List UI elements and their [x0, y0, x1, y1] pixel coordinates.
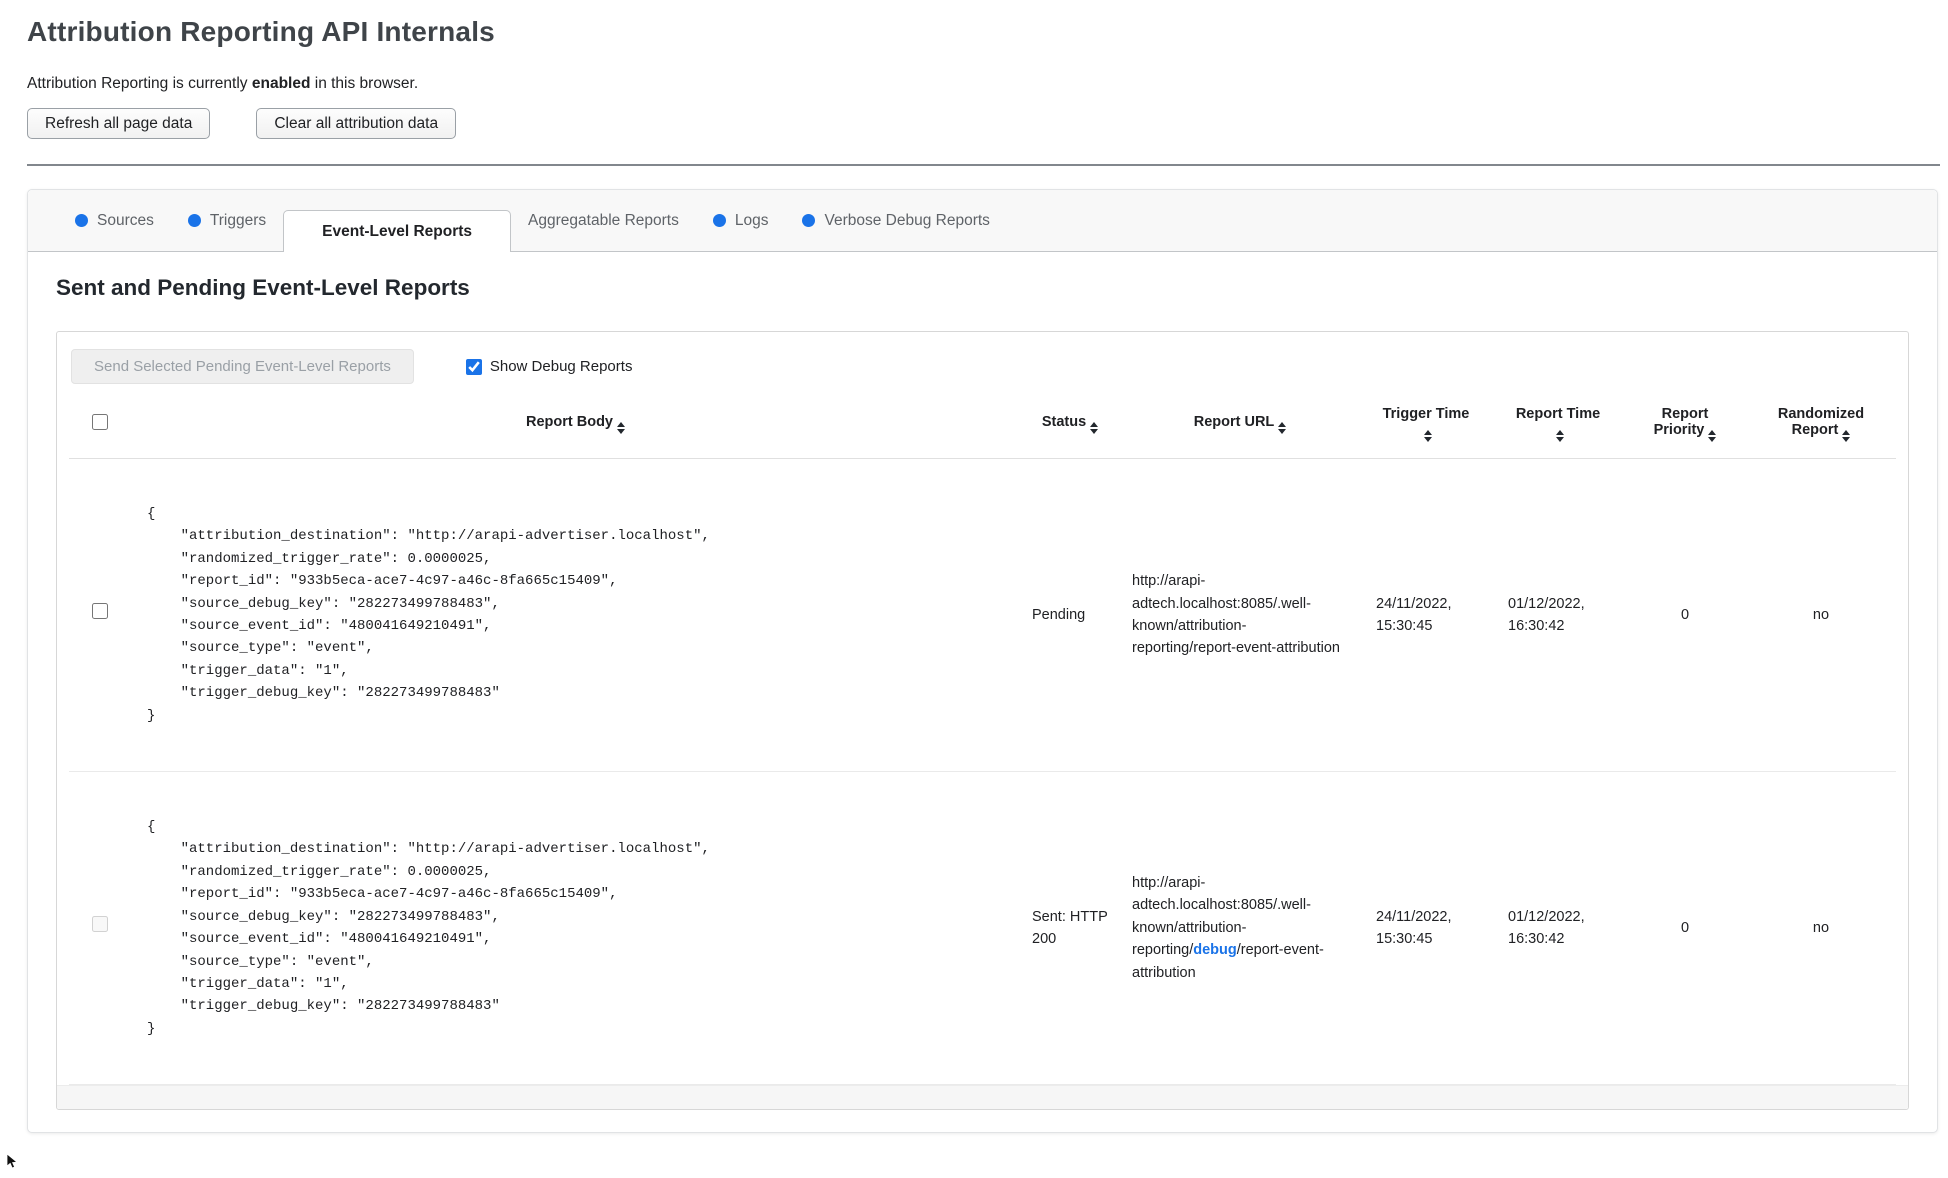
divider [27, 164, 1940, 166]
status-cell: Sent: HTTP 200 [1020, 771, 1120, 1086]
column-label: Report Time [1515, 406, 1601, 422]
debug-path-link[interactable]: debug [1193, 942, 1237, 958]
tab-label: Sources [97, 211, 154, 229]
table-header-row: Report Body Status Report URL Trigger Ti… [69, 396, 1896, 459]
column-header-report-body[interactable]: Report Body [131, 396, 1020, 459]
report-body-json: { "attribution_destination": "http://ara… [147, 819, 710, 1037]
trigger-time-cell: 24/11/2022, 15:30:45 [1360, 771, 1492, 1086]
column-label: Randomized Report [1777, 406, 1865, 438]
report-body-cell: { "attribution_destination": "http://ara… [131, 458, 1020, 773]
column-label: Report URL [1193, 414, 1275, 430]
send-selected-pending-reports-button[interactable]: Send Selected Pending Event-Level Report… [71, 349, 414, 384]
sort-icon [1842, 430, 1851, 442]
randomized-report-cell: no [1746, 458, 1896, 773]
mouse-cursor-icon [6, 1153, 19, 1169]
tab-logs[interactable]: Logs [712, 190, 769, 251]
report-body-json: { "attribution_destination": "http://ara… [147, 506, 710, 724]
show-debug-reports-checkbox[interactable] [465, 358, 482, 375]
section-heading: Sent and Pending Event-Level Reports [56, 275, 470, 300]
reports-table-card: Send Selected Pending Event-Level Report… [56, 331, 1909, 1111]
report-priority-cell: 0 [1624, 458, 1746, 773]
column-header-report-priority[interactable]: Report Priority [1624, 396, 1746, 459]
trigger-time-cell: 24/11/2022, 15:30:45 [1360, 458, 1492, 773]
column-label: Report Priority [1653, 406, 1709, 438]
row-select-checkbox[interactable] [92, 603, 108, 620]
report-url-cell: http://arapi-adtech.localhost:8085/.well… [1120, 771, 1360, 1086]
page-toolbar: Refresh all page data Clear all attribut… [27, 108, 1940, 139]
sources-dot-icon [75, 214, 88, 227]
sort-icon [1090, 422, 1099, 434]
sort-icon [1278, 422, 1287, 434]
tab-triggers[interactable]: Triggers [187, 190, 267, 251]
column-header-report-time[interactable]: Report Time [1492, 396, 1624, 459]
report-url-cell: http://arapi-adtech.localhost:8085/.well… [1120, 458, 1360, 773]
report-row-sent: { "attribution_destination": "http://ara… [69, 771, 1896, 1086]
status-cell: Pending [1020, 458, 1120, 773]
sort-icon [1424, 430, 1432, 442]
status-text-prefix: Attribution Reporting is currently [27, 75, 252, 92]
tab-label: Logs [734, 211, 769, 229]
column-header-randomized-report[interactable]: Randomized Report [1746, 396, 1896, 459]
sort-icon [1708, 430, 1717, 442]
table-footer [57, 1085, 1908, 1110]
tab-label: Aggregatable Reports [528, 211, 679, 229]
card-toolbar: Send Selected Pending Event-Level Report… [71, 349, 1896, 384]
show-debug-reports-toggle[interactable]: Show Debug Reports [465, 358, 633, 375]
sort-icon [1556, 430, 1564, 442]
row-select-checkbox [92, 916, 108, 933]
show-debug-reports-label: Show Debug Reports [489, 358, 633, 375]
report-time-cell: 01/12/2022, 16:30:42 [1492, 458, 1624, 773]
tab-aggregatable-reports[interactable]: Aggregatable Reports [528, 190, 679, 251]
clear-all-attribution-data-button[interactable]: Clear all attribution data [256, 108, 457, 139]
select-all-checkbox[interactable] [92, 414, 108, 430]
row-select-cell [69, 458, 131, 773]
sort-icon [617, 422, 625, 434]
tab-label: Triggers [209, 211, 267, 229]
report-priority-cell: 0 [1624, 771, 1746, 1086]
column-label: Report Body [526, 414, 613, 430]
refresh-all-page-data-button[interactable]: Refresh all page data [27, 108, 211, 139]
randomized-report-cell: no [1746, 771, 1896, 1086]
tab-event-level-reports[interactable]: Event-Level Reports [283, 210, 512, 252]
tab-sources[interactable]: Sources [75, 190, 154, 251]
tab-label: Verbose Debug Reports [824, 211, 990, 229]
tab-content: Sent and Pending Event-Level Reports Sen… [28, 252, 1937, 1133]
tab-verbose-debug-reports[interactable]: Verbose Debug Reports [802, 190, 990, 251]
column-label: Status [1041, 414, 1087, 430]
tab-label: Event-Level Reports [322, 222, 473, 240]
column-header-status[interactable]: Status [1020, 396, 1120, 459]
column-header-report-url[interactable]: Report URL [1120, 396, 1360, 459]
api-status-line: Attribution Reporting is currently enabl… [27, 75, 1940, 93]
verbose-debug-dot-icon [802, 214, 816, 227]
row-select-cell [69, 771, 131, 1086]
triggers-dot-icon [187, 214, 201, 227]
column-header-trigger-time[interactable]: Trigger Time [1360, 396, 1492, 459]
select-all-header-cell [69, 396, 131, 459]
attribution-internals-page: Attribution Reporting API Internals Attr… [0, 0, 1948, 1134]
report-body-cell: { "attribution_destination": "http://ara… [131, 771, 1020, 1086]
report-row-pending: { "attribution_destination": "http://ara… [69, 458, 1896, 773]
status-text-suffix: in this browser. [310, 75, 419, 92]
event-level-reports-table: Report Body Status Report URL Trigger Ti… [69, 396, 1896, 1086]
logs-dot-icon [712, 214, 726, 227]
url-text: http://arapi-adtech.localhost:8085/.well… [1132, 573, 1340, 657]
column-label: Trigger Time [1382, 406, 1470, 422]
status-enabled-text: enabled [251, 75, 311, 92]
tab-strip: Sources Triggers Event-Level Reports Agg… [28, 190, 1937, 252]
tab-panel: Sources Triggers Event-Level Reports Agg… [27, 189, 1938, 1134]
page-title: Attribution Reporting API Internals [27, 16, 495, 47]
report-time-cell: 01/12/2022, 16:30:42 [1492, 771, 1624, 1086]
